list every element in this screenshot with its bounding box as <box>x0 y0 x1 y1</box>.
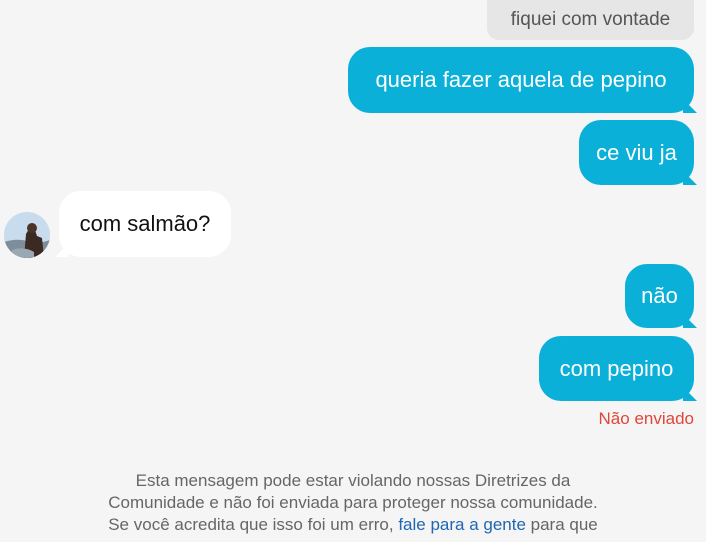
notice-line: Esta mensagem pode estar violando nossas… <box>135 471 571 490</box>
chat-thread: fiquei com vontade queria fazer aquela d… <box>0 0 706 542</box>
not-sent-status[interactable]: Não enviado <box>599 409 694 429</box>
message-text: ce viu ja <box>596 139 677 165</box>
sent-message[interactable]: ce viu ja <box>579 120 694 185</box>
guidelines-notice: Esta mensagem pode estar violando nossas… <box>40 470 666 536</box>
contact-avatar-icon[interactable] <box>4 212 50 258</box>
message-text: com pepino <box>559 355 674 381</box>
message-text: queria fazer aquela de pepino <box>375 67 667 92</box>
notice-line: Se você acredita que isso foi um erro, f… <box>40 514 666 536</box>
notice-text: para que <box>525 515 598 534</box>
context-message-text: fiquei com vontade <box>510 9 671 30</box>
received-message[interactable]: com salmão? <box>59 191 231 257</box>
sent-message[interactable]: não <box>625 264 694 328</box>
context-message[interactable]: fiquei com vontade <box>487 0 694 40</box>
message-text: com salmão? <box>79 211 211 236</box>
sent-message-failed[interactable]: com pepino <box>539 336 694 401</box>
contact-us-link[interactable]: fale para a gente <box>398 515 526 534</box>
message-text: não <box>641 283 678 308</box>
sent-message[interactable]: queria fazer aquela de pepino <box>348 47 694 113</box>
notice-line: Comunidade e não foi enviada para proteg… <box>108 493 598 512</box>
notice-text: Se você acredita que isso foi um erro, <box>108 515 399 534</box>
